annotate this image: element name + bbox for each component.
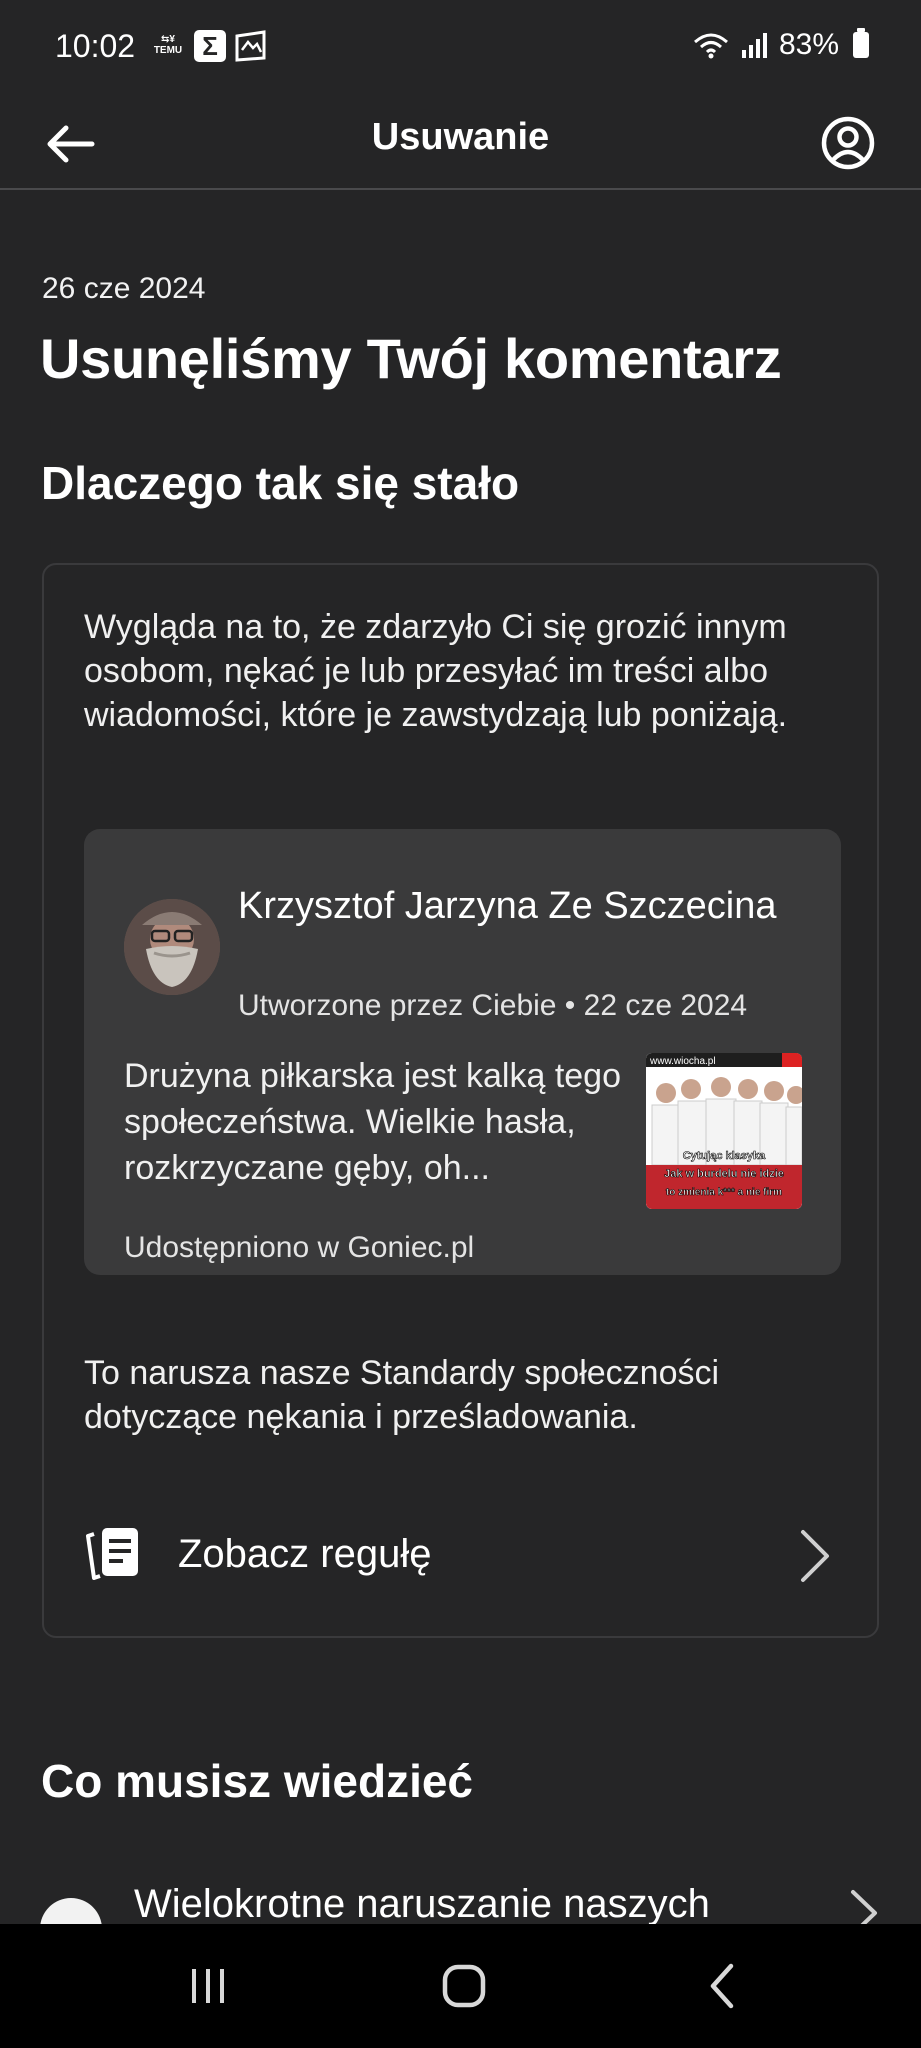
headline: Usunęliśmy Twój komentarz [40, 327, 782, 390]
recent-apps-icon [192, 1969, 224, 2003]
repeat-violations-label: Wielokrotne naruszanie naszych [134, 1882, 710, 1926]
avatar-image [124, 899, 220, 995]
removed-post-preview[interactable]: Krzysztof Jarzyna Ze Szczecina Utworzone… [84, 829, 841, 1275]
chevron-right-icon [801, 1530, 829, 1582]
see-rule-button[interactable]: Zobacz regułę [44, 1500, 877, 1600]
post-thumbnail-image: www.wiocha.pl Cytując klasyka Jak w burd… [646, 1053, 802, 1209]
notification-icons: ⇆¥ TEMU Σ [150, 30, 268, 62]
home-button[interactable] [434, 1958, 494, 2014]
thumb-watermark: www.wiocha.pl [649, 1056, 716, 1067]
thumb-caption-1: Cytując klasyka [683, 1150, 766, 1162]
system-back-button[interactable] [692, 1958, 752, 2014]
post-thumbnail: www.wiocha.pl Cytując klasyka Jak w burd… [646, 1053, 802, 1209]
post-meta: Utworzone przez Ciebie • 22 cze 2024 [238, 989, 748, 1022]
home-icon [442, 1964, 486, 2008]
avatar [124, 899, 220, 995]
battery-icon [853, 28, 869, 58]
why-section-title: Dlaczego tak się stało [41, 457, 520, 509]
violation-text: To narusza nasze Standardy społeczności … [84, 1354, 720, 1436]
temu-label: TEMU [153, 45, 183, 56]
top-app-bar: Usuwanie [0, 96, 921, 190]
shared-in-text: Udostępniono w Goniec.pl [124, 1231, 475, 1264]
chevron-left-icon [710, 1963, 734, 2009]
thumb-caption-2: Jak w burdelu nie idzie [664, 1168, 784, 1180]
post-body: Drużyna piłkarska jest kalką tego społec… [124, 1057, 622, 1187]
account-circle-icon [821, 116, 875, 170]
temu-notification-icon: ⇆¥ TEMU [150, 31, 186, 61]
explanation-text: Wygląda na to, że zdarzyło Ci się grozić… [84, 608, 788, 734]
system-nav-bar [0, 1924, 921, 2048]
status-bar: 10:02 ⇆¥ TEMU Σ 83% [0, 0, 921, 96]
recent-apps-button[interactable] [178, 1958, 238, 2014]
battery-level: 83% [778, 28, 839, 61]
gallery-icon [235, 30, 266, 62]
page-title: Usuwanie [371, 116, 550, 158]
thumb-caption-3: to zmienia k*** a nie firm [666, 1187, 782, 1198]
signal-icon [741, 33, 767, 58]
what-to-know-title: Co musisz wiedzieć [41, 1755, 474, 1807]
temu-prefix: ⇆¥ [161, 34, 175, 45]
wifi-icon [693, 33, 728, 59]
reason-card: Wygląda na to, że zdarzyło Ci się grozić… [42, 563, 879, 1638]
system-status: 83% [691, 28, 869, 62]
sigma-app-icon: Σ [194, 30, 226, 62]
status-time: 10:02 [55, 28, 136, 64]
post-author: Krzysztof Jarzyna Ze Szczecina [238, 885, 777, 927]
profile-button[interactable] [815, 110, 881, 176]
see-rule-label: Zobacz regułę [178, 1532, 432, 1576]
removal-date: 26 cze 2024 [42, 272, 206, 305]
document-icon [86, 1528, 138, 1580]
